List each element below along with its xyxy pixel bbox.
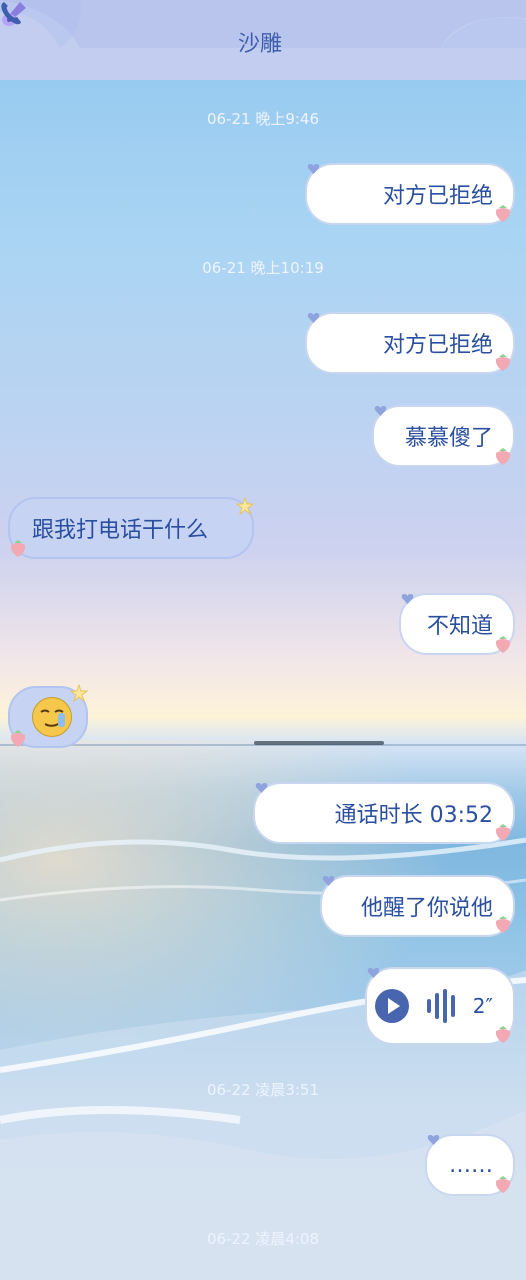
message-text: 对方已拒绝 xyxy=(382,184,493,209)
strawberry-icon xyxy=(495,916,511,933)
strawberry-icon xyxy=(495,205,511,222)
message-text: 慕慕傻了 xyxy=(404,426,493,451)
strawberry-icon xyxy=(10,540,26,557)
star-icon xyxy=(236,497,254,515)
message-text: 他醒了你说他 xyxy=(360,896,493,921)
strawberry-icon xyxy=(495,354,511,371)
heart-icon xyxy=(322,876,335,886)
message-text: …… xyxy=(449,1152,493,1178)
heart-icon xyxy=(374,406,387,416)
message-text: 跟我打电话干什么 xyxy=(32,518,209,543)
smirk-emoji-icon xyxy=(32,697,72,737)
timestamp: 06-21 晚上9:46 xyxy=(206,110,320,128)
message-bubble-outgoing[interactable]: 他醒了你说他 xyxy=(320,875,515,937)
heart-icon xyxy=(307,313,320,323)
strawberry-icon xyxy=(495,824,511,841)
heart-icon xyxy=(307,164,320,174)
message-bubble-outgoing[interactable]: 对方已拒绝 xyxy=(305,163,515,225)
strawberry-icon xyxy=(10,730,26,747)
phone-icon[interactable] xyxy=(0,0,21,26)
chat-header: 沙雕 xyxy=(0,0,526,80)
chat-screen: 沙雕 06-21 晚上9:46 对方已拒绝 06-21 晚上10:19 对方已拒… xyxy=(0,0,526,1280)
heart-icon xyxy=(427,1135,440,1145)
chat-title[interactable]: 沙雕 xyxy=(238,26,282,58)
play-icon[interactable] xyxy=(374,989,409,1023)
voice-wave-icon xyxy=(426,989,455,1023)
star-icon xyxy=(70,684,88,702)
strawberry-icon xyxy=(495,1026,511,1043)
message-bubble-call-record[interactable]: 通话时长 03:52 xyxy=(253,782,515,844)
background-island xyxy=(254,741,384,745)
strawberry-icon xyxy=(495,448,511,465)
strawberry-icon xyxy=(495,1176,511,1193)
message-text: 通话时长 03:52 xyxy=(334,803,493,828)
heart-icon xyxy=(255,783,268,793)
strawberry-icon xyxy=(495,636,511,653)
timestamp: 06-22 凌晨3:51 xyxy=(206,1081,320,1099)
heart-icon xyxy=(401,594,414,604)
message-bubble-outgoing[interactable]: 对方已拒绝 xyxy=(305,312,515,374)
timestamp: 06-22 凌晨4:08 xyxy=(206,1230,320,1248)
timestamp: 06-21 晚上10:19 xyxy=(202,259,324,277)
message-bubble-incoming[interactable]: 跟我打电话干什么 xyxy=(8,497,254,559)
message-text: 对方已拒绝 xyxy=(382,333,493,358)
voice-duration: 2″ xyxy=(472,994,493,1018)
message-text: 不知道 xyxy=(426,614,493,639)
heart-icon xyxy=(367,968,380,978)
